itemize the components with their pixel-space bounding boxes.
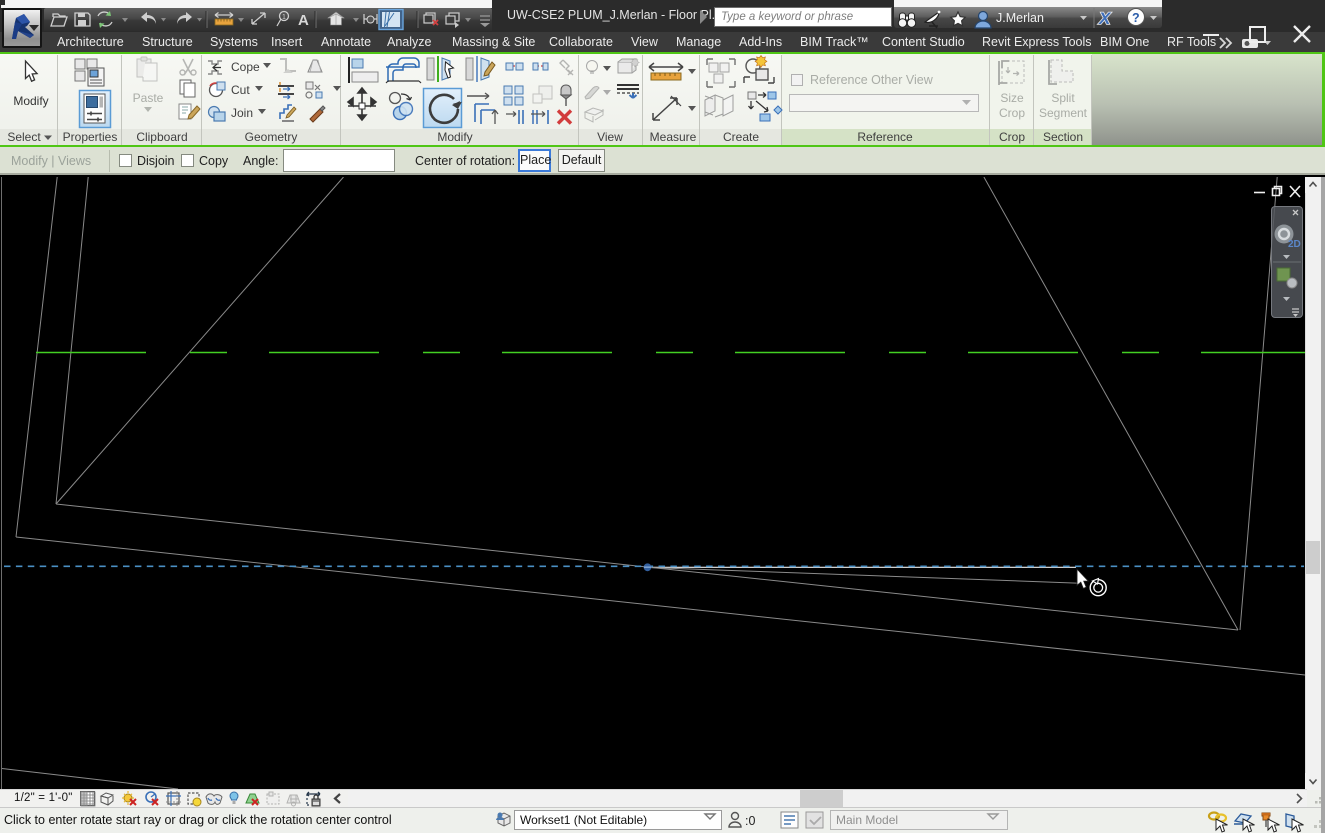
svg-text:Reference: Reference — [857, 130, 913, 144]
svg-text:Select: Select — [7, 130, 41, 144]
svg-text:View: View — [597, 130, 623, 144]
svg-text:Modify: Modify — [437, 130, 472, 144]
svg-text:Crop: Crop — [999, 106, 1025, 120]
svg-text:Section: Section — [1043, 130, 1083, 144]
svg-text:A: A — [298, 12, 309, 29]
svg-text:Crop: Crop — [999, 130, 1025, 144]
svg-text:Reference Other View: Reference Other View — [810, 73, 934, 87]
svg-text:Clipboard: Clipboard — [136, 130, 187, 144]
svg-text:Split: Split — [1051, 91, 1075, 105]
svg-text::0: :0 — [745, 814, 755, 828]
svg-text:1: 1 — [282, 14, 286, 21]
svg-text:Segment: Segment — [1039, 106, 1088, 120]
svg-text:Join: Join — [231, 106, 253, 120]
svg-text:Create: Create — [723, 130, 759, 144]
svg-text:Measure: Measure — [650, 130, 697, 144]
svg-text:Modify: Modify — [13, 94, 48, 108]
svg-text:Properties: Properties — [63, 130, 118, 144]
svg-text:Geometry: Geometry — [245, 130, 298, 144]
svg-text:Cope: Cope — [231, 60, 260, 74]
svg-text:J.Merlan: J.Merlan — [996, 11, 1044, 25]
svg-text:Paste: Paste — [133, 91, 164, 105]
svg-text:X: X — [1098, 9, 1112, 28]
svg-text:Size: Size — [1000, 91, 1024, 105]
svg-text:2D: 2D — [1288, 239, 1301, 250]
svg-text:Cut: Cut — [231, 83, 250, 97]
svg-text:?: ? — [1132, 11, 1140, 25]
